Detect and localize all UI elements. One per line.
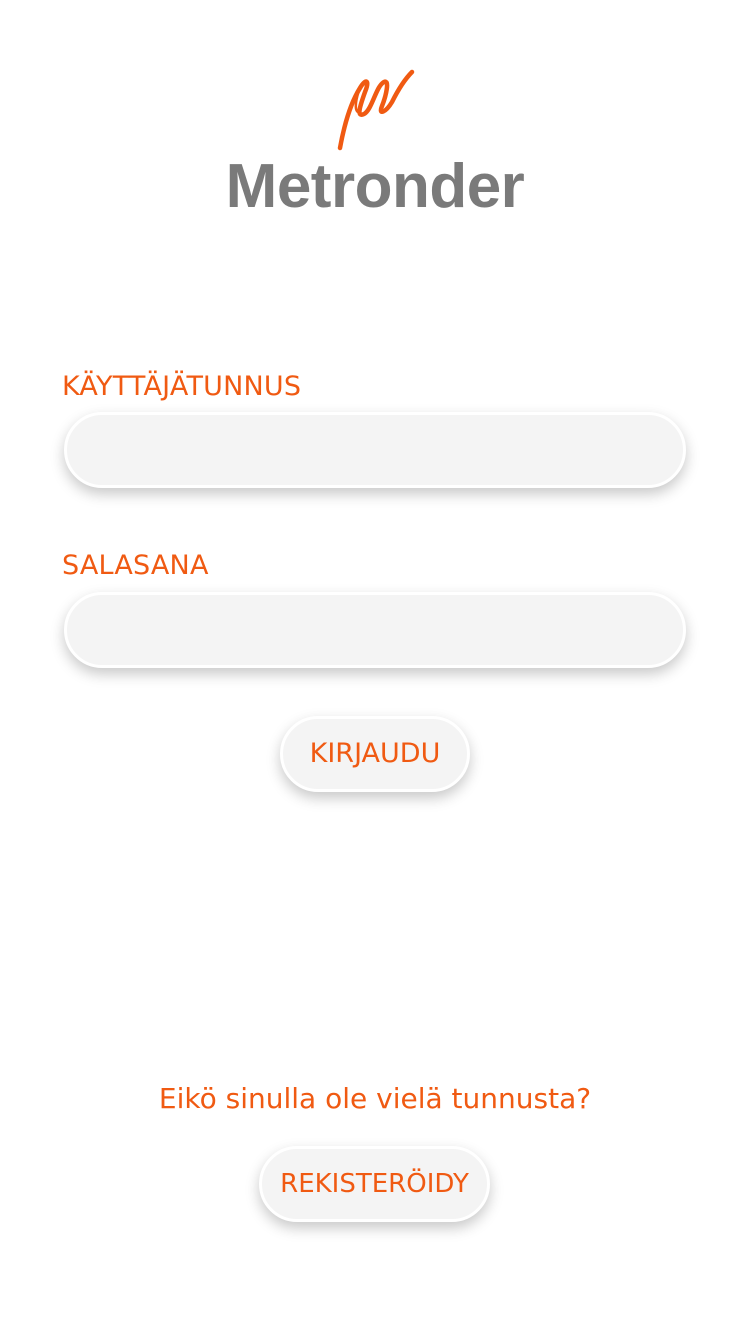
password-label: SALASANA: [62, 550, 209, 581]
username-input[interactable]: [64, 412, 686, 488]
username-label: KÄYTTÄJÄTUNNUS: [62, 371, 302, 402]
logo-icon: [337, 69, 415, 151]
login-button[interactable]: KIRJAUDU: [280, 716, 470, 792]
register-prompt: Eikö sinulla ole vielä tunnusta?: [158, 1082, 592, 1115]
password-input[interactable]: [64, 592, 686, 668]
app-title: Metronder: [225, 152, 525, 221]
register-button[interactable]: REKISTERÖIDY: [259, 1146, 490, 1222]
